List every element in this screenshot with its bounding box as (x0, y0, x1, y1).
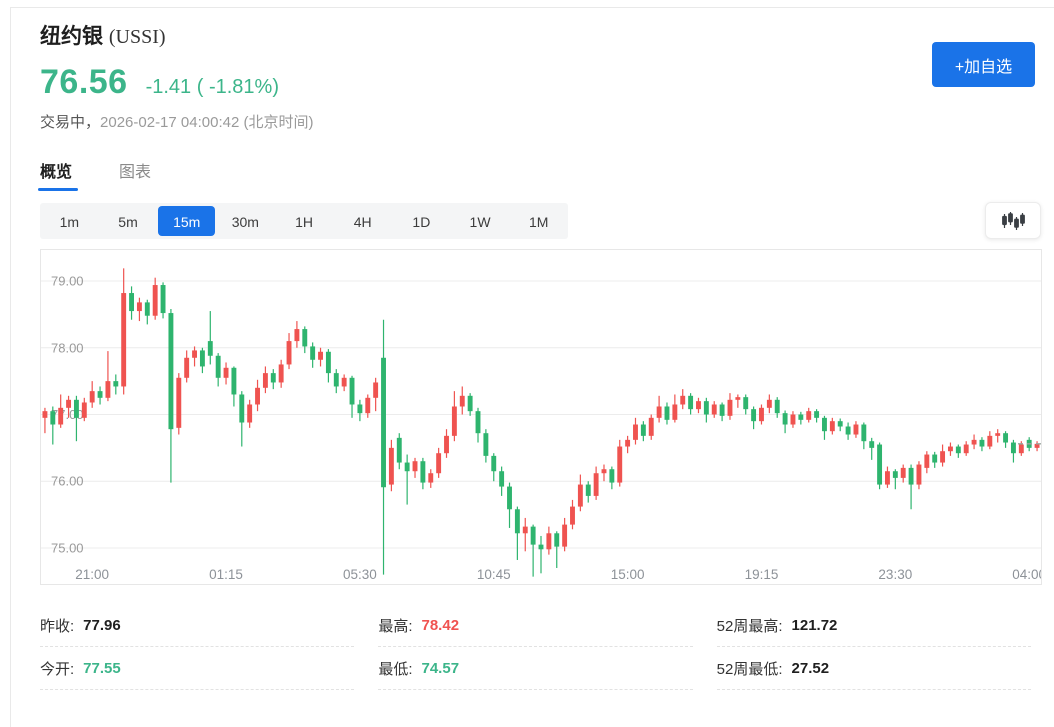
tab-bar: 概览 图表 (40, 158, 1041, 191)
price-change: -1.41 ( -1.81%) (146, 76, 279, 99)
stat-row: 52周最低: 27.52 (717, 647, 1031, 690)
stat-label: 今开: (40, 658, 74, 679)
x-axis-label: 21:00 (75, 567, 109, 582)
y-axis-label: 76.00 (51, 474, 84, 489)
instrument-symbol: (USSI) (109, 26, 166, 48)
stat-label: 最高: (378, 615, 412, 636)
stat-row: 最低: 74.57 (378, 647, 692, 690)
stat-row: 最高: 78.42 (378, 604, 692, 647)
candlestick-chart: 79.0078.0077.0076.0075.0021:0001:1505:30… (40, 249, 1042, 585)
stat-label: 52周最高: (717, 615, 783, 636)
chart-toolbar: 1m5m15m30m1H4H1D1W1M (40, 203, 1041, 239)
stat-value: 77.96 (83, 617, 121, 634)
quote-page: 纽约银 (USSI) 76.56 -1.41 ( -1.81%) 交易中，202… (40, 0, 1041, 690)
stat-row: 昨收: 77.96 (40, 604, 354, 647)
instrument-title: 纽约银 (USSI) (40, 0, 1041, 50)
y-axis-label: 78.00 (51, 340, 84, 355)
chart-style-button[interactable] (985, 202, 1041, 239)
stat-value: 77.55 (83, 660, 121, 677)
y-axis-label: 75.00 (51, 540, 84, 555)
trading-status: 交易中， (40, 114, 100, 131)
stat-label: 最低: (378, 658, 412, 679)
stat-label: 52周最低: (717, 658, 783, 679)
add-watchlist-button[interactable]: +加自选 (932, 42, 1035, 87)
x-axis-label: 19:15 (745, 567, 779, 582)
stat-value: 121.72 (792, 617, 838, 634)
stat-row: 今开: 77.55 (40, 647, 354, 690)
stat-value: 27.52 (792, 660, 830, 677)
instrument-name: 纽约银 (40, 25, 103, 48)
stat-value: 78.42 (422, 617, 460, 634)
x-axis-label: 01:15 (209, 567, 243, 582)
page-left-border (10, 7, 11, 727)
trading-status-row: 交易中，2026-02-17 04:00:42 (北京时间) (40, 111, 1041, 132)
x-axis-label: 05:30 (343, 567, 377, 582)
interval-button-1M[interactable]: 1M (510, 206, 567, 236)
stat-label: 昨收: (40, 615, 74, 636)
active-tab-underline (38, 188, 78, 191)
quote-timestamp: 2026-02-17 04:00:42 (北京时间) (100, 114, 313, 131)
quote-stats: 昨收: 77.96 最高: 78.42 52周最高: 121.72 今开: 77.55 最低: 7… (40, 604, 1031, 690)
last-price: 76.56 (40, 63, 128, 102)
interval-button-1W[interactable]: 1W (452, 206, 509, 236)
interval-button-1m[interactable]: 1m (41, 206, 98, 236)
interval-button-30m[interactable]: 30m (217, 206, 274, 236)
x-axis-label: 15:00 (611, 567, 645, 582)
x-axis-label: 04:00 (1012, 567, 1041, 582)
x-axis-label: 10:45 (477, 567, 511, 582)
interval-selector: 1m5m15m30m1H4H1D1W1M (40, 203, 568, 239)
y-axis-label: 79.00 (51, 274, 84, 289)
interval-button-1D[interactable]: 1D (393, 206, 450, 236)
stat-row: 52周最高: 121.72 (717, 604, 1031, 647)
interval-button-4H[interactable]: 4H (334, 206, 391, 236)
x-axis-label: 23:30 (878, 567, 912, 582)
price-row: 76.56 -1.41 ( -1.81%) (40, 63, 1041, 102)
interval-button-15m[interactable]: 15m (158, 206, 215, 236)
interval-button-5m[interactable]: 5m (100, 206, 157, 236)
interval-button-1H[interactable]: 1H (276, 206, 333, 236)
candlestick-chart-icon (1001, 211, 1025, 231)
tab-chart[interactable]: 图表 (119, 158, 151, 191)
tab-overview[interactable]: 概览 (40, 158, 72, 191)
stat-value: 74.57 (422, 660, 460, 677)
